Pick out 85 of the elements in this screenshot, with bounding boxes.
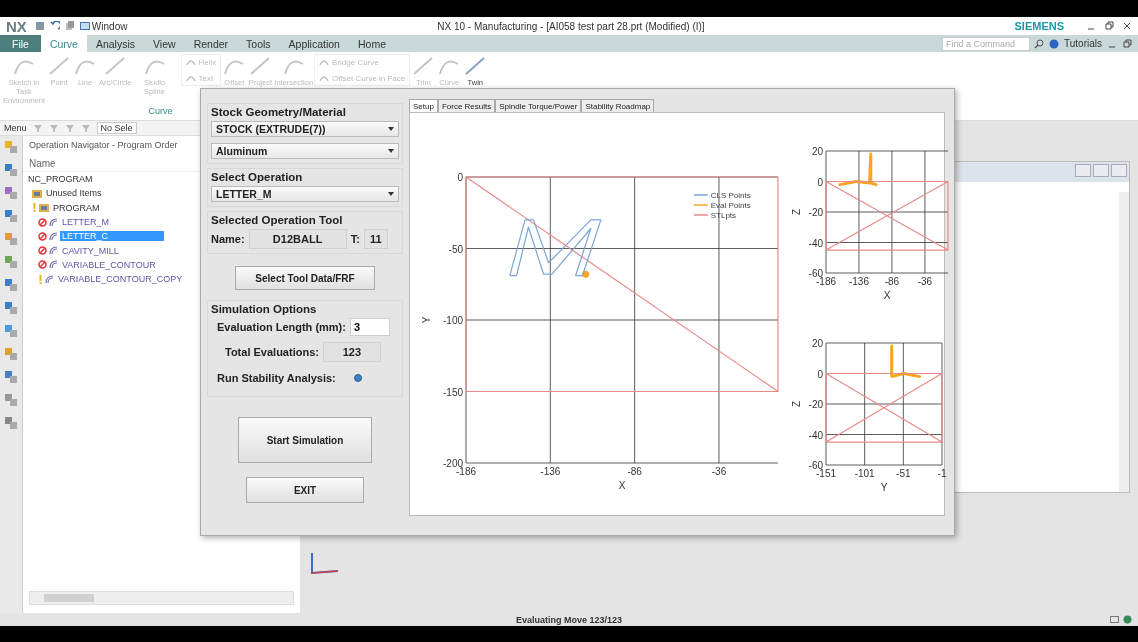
tick-label: 0 <box>817 176 823 188</box>
tree-item[interactable]: LETTER_M <box>60 217 111 228</box>
tick-label: -60 <box>808 268 823 279</box>
dialog-tab[interactable]: Force Results <box>437 99 496 112</box>
tick-label: -20 <box>808 207 823 218</box>
tree-item[interactable]: VARIABLE_CONTOUR_COPY <box>56 274 185 285</box>
group-heading: Simulation Options <box>211 303 318 315</box>
tree-item[interactable]: NC_PROGRAM <box>26 174 95 185</box>
tick-label: -40 <box>808 429 823 441</box>
dropdown[interactable]: Aluminum <box>211 143 399 159</box>
dialog-tab[interactable]: Spindle Torque/Power <box>495 99 582 112</box>
tick-label: -1 <box>937 468 947 479</box>
dialog-tab[interactable]: Stability Roadmap <box>581 99 655 112</box>
app-logo: NX <box>6 17 27 35</box>
tree-item[interactable]: PROGRAM <box>51 202 102 213</box>
tick-label: -20 <box>808 399 823 410</box>
axis-title: Z <box>791 400 802 408</box>
tick-label: -136 <box>848 276 869 287</box>
tree-item[interactable]: VARIABLE_CONTOUR <box>60 259 158 270</box>
field-label: Run Stability Analysis: <box>217 372 336 384</box>
window-title: NX 10 - Manufacturing - [AI058 test part 28.prt (Modified) (I)] <box>436 20 706 32</box>
tree-item[interactable]: Unused Items <box>44 188 104 199</box>
field-label: Name: <box>211 233 245 245</box>
tick-label: -36 <box>917 276 933 287</box>
axis-title: X <box>618 480 626 491</box>
selection-filter[interactable]: No Sele <box>96 122 137 134</box>
tick-label: -150 <box>443 386 463 398</box>
dropdown[interactable]: LETTER_M <box>211 186 399 202</box>
window-menu[interactable]: Window <box>79 20 128 32</box>
tick-label: 20 <box>811 338 823 349</box>
tick-label: -50 <box>448 243 463 255</box>
length-field[interactable]: 3 <box>349 318 390 336</box>
tree-item[interactable]: CAVITY_MILL <box>60 245 121 256</box>
tick-label: -86 <box>627 466 642 477</box>
command-search-field[interactable]: Find a Command <box>942 37 1030 51</box>
tick-label: -36 <box>711 466 727 477</box>
axis-title: Y <box>880 482 888 493</box>
axis-title: Z <box>791 208 802 216</box>
tick-label: -100 <box>443 315 463 326</box>
start-button[interactable]: Start Simulation <box>238 417 372 463</box>
axis-title: X <box>883 290 891 301</box>
readonly-field: 123 <box>322 342 381 362</box>
tick-label: -136 <box>540 466 561 477</box>
tick-label: -86 <box>884 276 900 287</box>
panel-title: Operation Navigator - Program Order <box>28 139 179 152</box>
ribbon-tab[interactable]: Application <box>279 35 349 52</box>
tick-label: 0 <box>817 368 823 380</box>
ribbon-tab[interactable]: Tools <box>237 35 280 52</box>
field-label: Total Evaluations: <box>225 346 319 358</box>
ribbon-tab[interactable]: Render <box>184 35 238 52</box>
legend-label: CLS Points <box>710 191 751 200</box>
group-heading: Stock Geometry/Material <box>211 106 347 118</box>
tick-label: -60 <box>808 460 823 471</box>
tick-label: -200 <box>443 458 463 469</box>
field-label: Evaluation Length (mm): <box>217 321 346 333</box>
legend-label: Eval Points <box>710 201 751 210</box>
readonly-field: D12BALL <box>248 229 347 249</box>
exit-button[interactable]: EXIT <box>246 477 364 503</box>
tick-label: 20 <box>811 146 823 157</box>
legend-label: STLpts <box>710 211 737 220</box>
group-heading: Selected Operation Tool <box>211 214 344 226</box>
file-menu[interactable]: File <box>0 35 41 52</box>
tutorials-button[interactable]: Tutorials <box>1064 38 1102 49</box>
readonly-field: 11 <box>363 229 388 249</box>
ribbon-tab[interactable]: View <box>144 35 185 52</box>
axis-title: Y <box>421 316 432 324</box>
dialog-tab[interactable]: Setup <box>409 99 438 112</box>
status-message: Evaluating Move 123/123 <box>515 614 623 625</box>
menu-button[interactable]: Menu <box>4 123 27 133</box>
ribbon-tab[interactable]: Analysis <box>86 35 145 52</box>
select-tool-button[interactable]: Select Tool Data/FRF <box>235 266 375 290</box>
ribbon-tab[interactable]: Home <box>348 35 395 52</box>
tick-label: -186 <box>816 276 836 287</box>
tick-label: -101 <box>854 468 875 479</box>
group-heading: Select Operation <box>211 171 304 183</box>
tick-label: 0 <box>457 172 463 183</box>
dropdown[interactable]: STOCK (EXTRUDE(7)) <box>211 121 399 137</box>
tick-label: -51 <box>896 468 911 479</box>
brand-logo: SIEMENS <box>1014 20 1064 32</box>
group-label: Curve <box>147 106 174 116</box>
tick-label: -186 <box>456 466 476 477</box>
tick-label: -40 <box>808 237 823 249</box>
tick-label: -151 <box>816 468 836 479</box>
field-label: T: <box>350 233 360 245</box>
ribbon-tab[interactable]: Curve <box>40 35 87 52</box>
